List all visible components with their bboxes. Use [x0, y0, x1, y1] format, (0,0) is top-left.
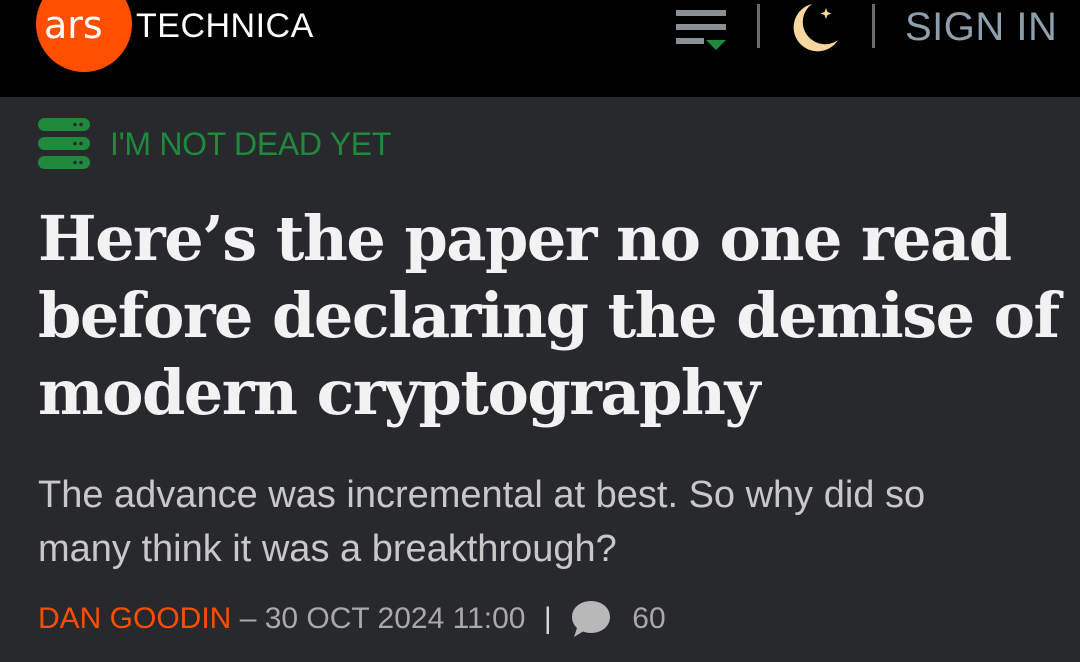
server-stack-icon — [38, 118, 90, 169]
headline-line: before declaring the demise of — [38, 279, 1060, 352]
sign-in-link[interactable]: SIGN IN — [905, 5, 1057, 49]
header-divider — [872, 4, 875, 48]
dek-line: The advance was incremental at best. So … — [38, 474, 926, 516]
site-header: ars TECHNICA SIGN IN — [0, 0, 1080, 97]
article-headline: Here’s the paper no one read before decl… — [38, 200, 1068, 431]
hamburger-menu-icon[interactable] — [674, 4, 728, 54]
dek-line: many think it was a breakthrough? — [38, 528, 617, 570]
comment-count: 60 — [632, 602, 666, 635]
publish-date: – 30 OCT 2024 11:00 — [231, 602, 526, 635]
author-link[interactable]: DAN GOODIN — [38, 602, 231, 635]
header-divider — [757, 4, 760, 48]
comments-link[interactable]: 60 — [570, 597, 666, 641]
moon-star-icon[interactable] — [786, 0, 846, 56]
byline: DAN GOODIN – 30 OCT 2024 11:00 | 60 — [38, 597, 666, 641]
logo-ars-text: ars — [44, 3, 103, 47]
logo-technica-text: TECHNICA — [136, 7, 314, 45]
byline-separator: | — [543, 602, 552, 635]
headline-line: Here’s the paper no one read — [38, 202, 1012, 275]
headline-line: modern cryptography — [38, 356, 761, 429]
section-label: I'M NOT DEAD YET — [110, 126, 392, 162]
comment-bubble-icon — [571, 601, 610, 637]
article-dek: The advance was incremental at best. So … — [38, 468, 1058, 576]
